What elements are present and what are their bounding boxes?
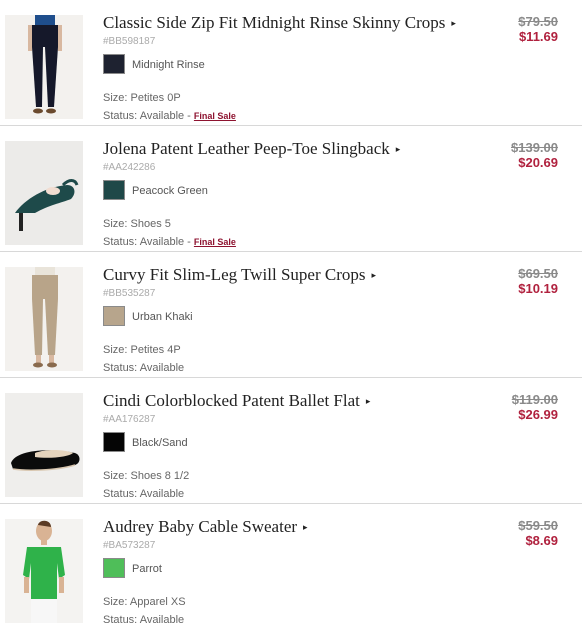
skinny-crops-photo[interactable] (5, 15, 83, 119)
original-price: $119.00 (511, 392, 558, 407)
sale-price: $11.69 (518, 29, 558, 44)
arrow-right-icon: ▸ (303, 522, 308, 532)
original-price: $139.00 (511, 140, 558, 155)
product-title-link[interactable]: Jolena Patent Leather Peep-Toe Slingback… (103, 139, 400, 159)
list-item: Jolena Patent Leather Peep-Toe Slingback… (0, 126, 582, 252)
status-text: Status: Available - (103, 236, 194, 248)
arrow-right-icon: ▸ (365, 396, 371, 406)
product-sku: #BA573287 (103, 540, 156, 551)
product-sku: #AA242286 (103, 162, 156, 173)
status-text: Status: Available - (103, 110, 194, 122)
color-name: Urban Khaki (132, 311, 193, 323)
product-sku: #BB535287 (103, 288, 156, 299)
color-swatch (103, 558, 125, 578)
status-text: Status: Available (103, 362, 185, 374)
cable-sweater-photo[interactable] (5, 519, 83, 623)
color-swatch (103, 54, 125, 74)
sale-price: $26.99 (518, 407, 558, 422)
product-title: Cindi Colorblocked Patent Ballet Flat (103, 391, 360, 410)
product-title: Audrey Baby Cable Sweater (103, 517, 298, 536)
product-size: Size: Shoes 8 1/2 (103, 470, 190, 482)
product-title-link[interactable]: Audrey Baby Cable Sweater ▸ (103, 517, 308, 537)
product-title-link[interactable]: Cindi Colorblocked Patent Ballet Flat ▸ (103, 391, 370, 411)
color-swatch (103, 180, 125, 200)
color-swatch (103, 306, 125, 326)
product-title: Jolena Patent Leather Peep-Toe Slingback (103, 139, 390, 158)
list-item: Audrey Baby Cable Sweater ▸ #BA573287 Par… (0, 504, 582, 630)
sale-price: $20.69 (518, 155, 558, 170)
color-name: Midnight Rinse (132, 59, 205, 71)
product-size: Size: Apparel XS (103, 596, 186, 608)
product-status: Status: Available (103, 362, 184, 374)
order-item-list: Classic Side Zip Fit Midnight Rinse Skin… (0, 0, 582, 630)
product-size: Size: Petites 4P (103, 344, 181, 356)
product-status: Status: Available - Final Sale (103, 110, 236, 122)
color-name: Parrot (132, 563, 162, 575)
list-item: Curvy Fit Slim-Leg Twill Super Crops ▸ #B… (0, 252, 582, 378)
product-sku: #AA176287 (103, 414, 156, 425)
original-price: $59.50 (518, 518, 558, 533)
status-text: Status: Available (103, 488, 185, 500)
product-title-link[interactable]: Curvy Fit Slim-Leg Twill Super Crops ▸ (103, 265, 376, 285)
twill-crops-photo[interactable] (5, 267, 83, 371)
product-title-link[interactable]: Classic Side Zip Fit Midnight Rinse Skin… (103, 13, 456, 33)
slingback-shoe-photo[interactable] (5, 141, 83, 245)
product-status: Status: Available (103, 614, 184, 626)
arrow-right-icon: ▸ (451, 18, 456, 28)
arrow-right-icon: ▸ (395, 144, 401, 154)
final-sale-link[interactable]: Final Sale (194, 237, 236, 247)
product-sku: #BB598187 (103, 36, 156, 47)
original-price: $69.50 (518, 266, 558, 281)
status-text: Status: Available (103, 614, 185, 626)
sale-price: $10.19 (518, 281, 558, 296)
product-size: Size: Petites 0P (103, 92, 181, 104)
original-price: $79.50 (518, 14, 558, 29)
product-title: Classic Side Zip Fit Midnight Rinse Skin… (103, 13, 446, 32)
final-sale-link[interactable]: Final Sale (194, 111, 236, 121)
sale-price: $8.69 (525, 533, 558, 548)
product-size: Size: Shoes 5 (103, 218, 171, 230)
product-status: Status: Available - Final Sale (103, 236, 236, 248)
list-item: Cindi Colorblocked Patent Ballet Flat ▸ #… (0, 378, 582, 504)
product-status: Status: Available (103, 488, 184, 500)
ballet-flat-photo[interactable] (5, 393, 83, 497)
product-title: Curvy Fit Slim-Leg Twill Super Crops (103, 265, 366, 284)
color-name: Black/Sand (132, 437, 188, 449)
color-swatch (103, 432, 125, 452)
arrow-right-icon: ▸ (371, 270, 377, 280)
list-item: Classic Side Zip Fit Midnight Rinse Skin… (0, 0, 582, 126)
color-name: Peacock Green (132, 185, 208, 197)
